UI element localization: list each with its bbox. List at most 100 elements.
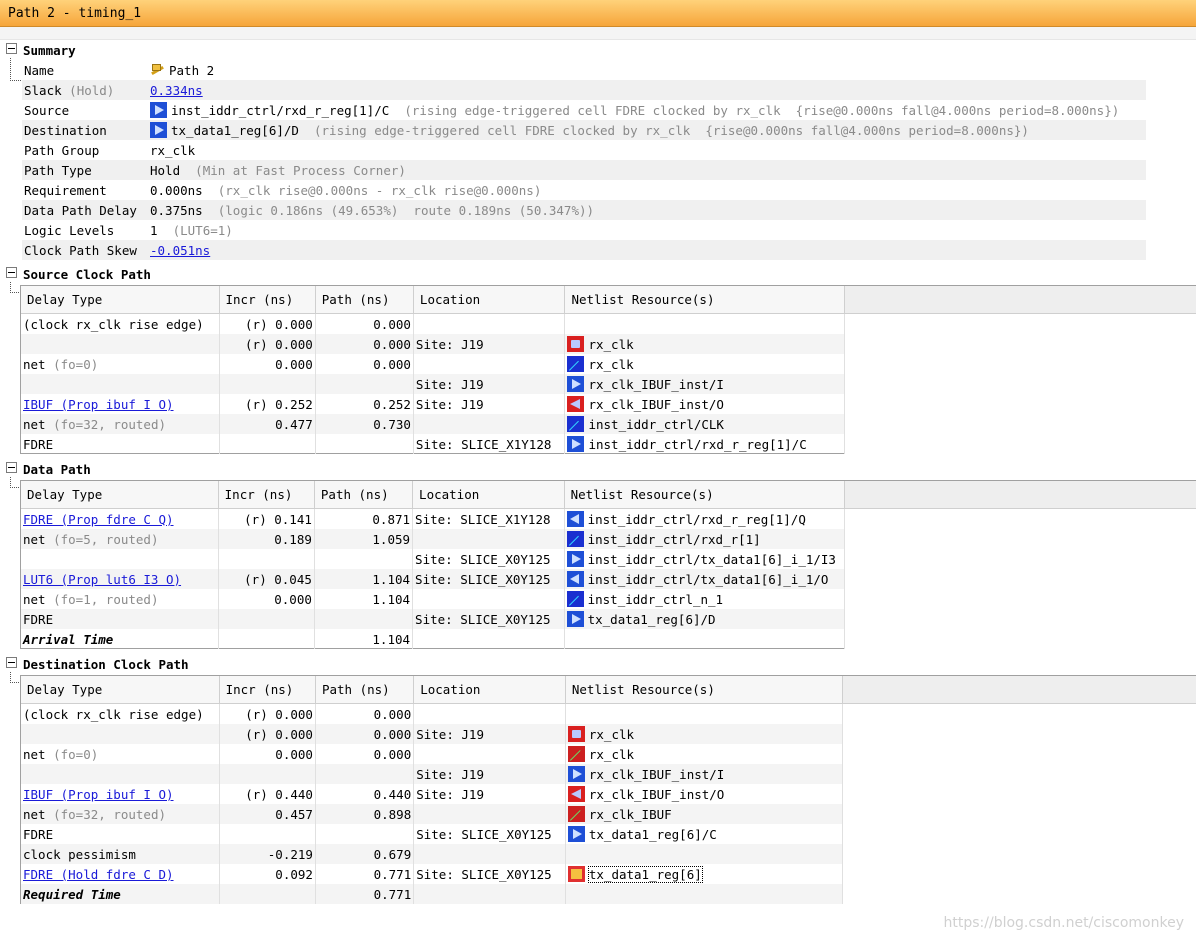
incr-cell [218, 549, 315, 569]
column-header-filler [842, 676, 1196, 704]
row-filler [842, 864, 1196, 884]
path-row[interactable]: FDRE Site: SLICE_X0Y125 tx_data1_reg[6]/C [21, 824, 1196, 844]
netlist-resource-cell: inst_iddr_ctrl/rxd_r_reg[1]/Q [564, 508, 846, 529]
path-row[interactable]: LUT6 (Prop lut6 I3 O) (r) 0.045 1.104 Site:… [21, 569, 1196, 589]
delay-type-link[interactable]: IBUF (Prop ibuf I O) [23, 397, 174, 412]
path-row[interactable]: (r) 0.000 0.000 Site: J19 rx_clk [21, 334, 1196, 354]
delay-type-note: (fo=1, routed) [53, 591, 159, 607]
delay-type-link[interactable]: FDRE (Prop fdre C Q) [23, 512, 174, 527]
location-cell [412, 529, 565, 549]
netlist-resource-name[interactable]: inst_iddr_ctrl/tx_data1[6]_i_1/O [588, 572, 829, 587]
path-cell: 1.104 [314, 629, 414, 649]
netlist-resource-name[interactable]: rx_clk_IBUF_inst/O [589, 787, 724, 802]
section-header[interactable]: Source Clock Path [6, 266, 151, 284]
summary-value-note: (rx_clk rise@0.000ns - rx_clk rise@0.000… [217, 182, 542, 198]
column-header[interactable]: Path (ns) [315, 676, 415, 704]
netlist-resource-name[interactable]: rx_clk [589, 727, 634, 742]
column-header[interactable]: Netlist Resource(s) [565, 676, 844, 704]
path-row[interactable]: net (fo=0) 0.000 0.000 rx_clk [21, 354, 1196, 374]
summary-link[interactable]: -0.051ns [150, 243, 210, 258]
path-row[interactable]: FDRE Site: SLICE_X1Y128 inst_iddr_ctrl/rxd… [21, 434, 1196, 454]
path-row[interactable]: Required Time 0.771 [21, 884, 1196, 904]
collapse-icon[interactable] [6, 267, 17, 278]
summary-row: Data Path Delay 0.375ns (logic 0.186ns (4… [22, 200, 1146, 220]
location-cell: Site: SLICE_X0Y125 [412, 549, 565, 569]
path-row[interactable]: FDRE (Hold fdre C D) 0.092 0.771 Site: SLIC… [21, 864, 1196, 884]
netlist-resource-name[interactable]: tx_data1_reg[6]/D [588, 612, 716, 627]
path-row[interactable]: FDRE Site: SLICE_X0Y125 tx_data1_reg[6]/D [21, 609, 1196, 629]
netlist-resource-name[interactable]: rx_clk [589, 747, 634, 762]
delay-type-cell: FDRE (Hold fdre C D) [21, 864, 220, 884]
delay-type-cell: net (fo=32, routed) [21, 804, 220, 824]
incr-cell: -0.219 [219, 844, 316, 864]
column-header[interactable]: Delay Type [21, 481, 219, 509]
netlist-resource-name[interactable]: rx_clk [588, 337, 633, 352]
path-row[interactable]: Arrival Time 1.104 [21, 629, 1196, 649]
column-header-row: Delay Type Incr (ns) Path (ns) Location Netl… [21, 286, 1196, 314]
cell-icon [567, 866, 585, 882]
netlist-resource-cell: inst_iddr_ctrl/tx_data1[6]_i_1/O [564, 569, 846, 589]
netlist-resource-name[interactable]: rx_clk_IBUF_inst/I [588, 377, 723, 392]
summary-key: Path Type [22, 160, 148, 180]
netlist-resource-name[interactable]: rx_clk_IBUF [589, 807, 672, 822]
netlist-resource-name[interactable]: rx_clk [588, 357, 633, 372]
netlist-resource-name[interactable]: inst_iddr_ctrl/CLK [588, 417, 723, 432]
column-header[interactable]: Netlist Resource(s) [564, 286, 846, 314]
path-row[interactable]: (r) 0.000 0.000 Site: J19 rx_clk [21, 724, 1196, 744]
netlist-resource-name[interactable]: rx_clk_IBUF_inst/I [589, 767, 724, 782]
delay-type-link[interactable]: FDRE (Hold fdre C D) [23, 867, 174, 882]
path-row[interactable]: Site: J19 rx_clk_IBUF_inst/I [21, 764, 1196, 784]
path-row[interactable]: Site: SLICE_X0Y125 inst_iddr_ctrl/tx_data… [21, 549, 1196, 569]
summary-link[interactable]: 0.334ns [150, 83, 203, 98]
netlist-resource-name[interactable]: tx_data1_reg[6] [587, 866, 703, 883]
netlist-resource-name[interactable]: inst_iddr_ctrl/rxd_r_reg[1]/C [588, 437, 806, 452]
path-row[interactable]: (clock rx_clk rise edge) (r) 0.000 0.000 [21, 703, 1196, 724]
collapse-icon[interactable] [6, 462, 17, 473]
delay-type-cell: clock pessimism [21, 844, 220, 864]
path-row[interactable]: clock pessimism -0.219 0.679 [21, 844, 1196, 864]
path-row[interactable]: Site: J19 rx_clk_IBUF_inst/I [21, 374, 1196, 394]
column-header[interactable]: Netlist Resource(s) [564, 481, 846, 509]
netlist-resource-name[interactable]: inst_iddr_ctrl/rxd_r[1] [588, 532, 761, 547]
path-row[interactable]: net (fo=32, routed) 0.477 0.730 inst_iddr_c… [21, 414, 1196, 434]
netlist-resource-name[interactable]: tx_data1_reg[6]/C [589, 827, 717, 842]
column-header[interactable]: Delay Type [21, 286, 220, 314]
column-header[interactable]: Delay Type [21, 676, 220, 704]
row-filler [842, 824, 1196, 844]
collapse-icon[interactable] [6, 43, 17, 54]
path-row[interactable]: (clock rx_clk rise edge) (r) 0.000 0.000 [21, 313, 1196, 334]
path-row[interactable]: net (fo=0) 0.000 0.000 rx_clk [21, 744, 1196, 764]
netlist-resource-name[interactable]: inst_iddr_ctrl/tx_data1[6]_i_1/I3 [588, 552, 836, 567]
column-header[interactable]: Location [412, 481, 565, 509]
column-header[interactable]: Location [413, 676, 566, 704]
row-filler [844, 394, 1196, 414]
collapse-icon[interactable] [6, 657, 17, 668]
path-row[interactable]: net (fo=32, routed) 0.457 0.898 rx_clk_IBUF [21, 804, 1196, 824]
netlist-resource-name[interactable]: inst_iddr_ctrl/rxd_r_reg[1]/Q [588, 512, 806, 527]
column-header[interactable]: Location [413, 286, 566, 314]
section-header[interactable]: Destination Clock Path [6, 656, 189, 674]
path-cell: 0.000 [315, 724, 415, 744]
delay-type-link[interactable]: LUT6 (Prop lut6 I3 O) [23, 572, 181, 587]
netlist-resource-name[interactable]: inst_iddr_ctrl_n_1 [588, 592, 723, 607]
summary-row: Name Path 2 [22, 60, 1146, 80]
column-header[interactable]: Path (ns) [315, 286, 414, 314]
summary-value: Path 2 [148, 60, 1146, 80]
column-header[interactable]: Incr (ns) [219, 286, 316, 314]
delay-type-cell: (clock rx_clk rise edge) [21, 313, 220, 334]
path-row[interactable]: net (fo=5, routed) 0.189 1.059 inst_iddr_ct… [21, 529, 1196, 549]
column-header[interactable]: Incr (ns) [218, 481, 315, 509]
path-row[interactable]: IBUF (Prop ibuf I O) (r) 0.440 0.440 Site: … [21, 784, 1196, 804]
delay-type-link[interactable]: IBUF (Prop ibuf I O) [23, 787, 174, 802]
column-header[interactable]: Incr (ns) [219, 676, 316, 704]
path-cell: 0.730 [315, 414, 414, 434]
path-row[interactable]: IBUF (Prop ibuf I O) (r) 0.252 0.252 Site: … [21, 394, 1196, 414]
path-row[interactable]: FDRE (Prop fdre C Q) (r) 0.141 0.871 Site: … [21, 508, 1196, 529]
column-header[interactable]: Path (ns) [314, 481, 414, 509]
path-row[interactable]: net (fo=1, routed) 0.000 1.104 inst_iddr_ct… [21, 589, 1196, 609]
delay-type-label: net [23, 531, 46, 547]
net-icon [567, 416, 585, 432]
tree-connector [10, 58, 21, 81]
summary-row: Requirement 0.000ns (rx_clk rise@0.000ns … [22, 180, 1146, 200]
netlist-resource-name[interactable]: rx_clk_IBUF_inst/O [588, 397, 723, 412]
